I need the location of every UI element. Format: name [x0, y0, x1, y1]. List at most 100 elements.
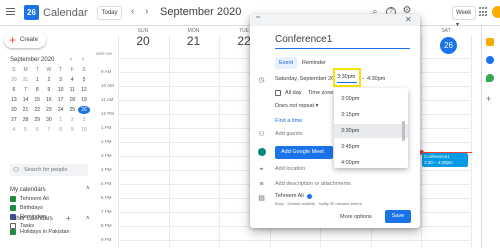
time-zone-button[interactable]: Time zone [308, 90, 333, 96]
mini-day[interactable]: 6 [31, 126, 43, 134]
mini-day[interactable]: 16 [43, 96, 55, 104]
add-calendar-icon[interactable]: + [66, 214, 71, 223]
mini-day[interactable]: 18 [66, 96, 78, 104]
keep-icon[interactable] [486, 38, 494, 46]
mini-day[interactable]: 28 [20, 116, 32, 124]
event-block[interactable]: Conference1 3:30 – 4:30pm [422, 153, 468, 167]
calendar-item[interactable]: Birthdays [10, 205, 43, 211]
description-input[interactable]: Add description or attachments [275, 181, 351, 187]
time-option[interactable]: 4:00pm [334, 156, 408, 170]
close-icon[interactable]: ✕ [405, 15, 412, 24]
mini-day[interactable]: 19 [78, 96, 90, 104]
my-calendars-title[interactable]: My calendars [10, 187, 46, 193]
find-time-link[interactable]: Find a time [275, 118, 302, 124]
meet-button[interactable]: Add Google Meet video conferencing [275, 146, 333, 168]
time-option[interactable]: 3:30pm [334, 124, 408, 138]
tab-reminder[interactable]: Reminder [298, 57, 330, 69]
mini-day[interactable]: 26 [78, 106, 90, 114]
day-header[interactable]: SUN 20 [118, 28, 168, 48]
add-guests-input[interactable]: Add guests [275, 131, 303, 137]
chevron-up-icon[interactable]: ˄ [86, 216, 90, 222]
chevron-up-icon[interactable]: ˄ [86, 186, 90, 192]
account-avatar[interactable] [492, 6, 500, 18]
mini-day[interactable]: 13 [8, 96, 20, 104]
owner-status[interactable]: Busy · Default visibility · Notify 30 mi… [275, 201, 362, 206]
mini-day[interactable]: 29 [31, 116, 43, 124]
time-option[interactable]: 3:15pm [334, 108, 408, 122]
add-on-plus-icon[interactable]: + [486, 94, 491, 104]
view-selector[interactable]: Week ▾ [452, 6, 476, 28]
search-people-input[interactable]: Search for people [10, 164, 88, 176]
maps-icon[interactable] [486, 74, 494, 82]
calendar-color-dot[interactable] [307, 194, 312, 199]
event-date[interactable]: Saturday, September 26 [275, 76, 334, 82]
mini-day[interactable]: 22 [31, 106, 43, 114]
calendar-item[interactable]: Holidays in Pakistan [10, 229, 70, 235]
mini-day[interactable]: 5 [20, 126, 32, 134]
mini-day[interactable]: 12 [78, 86, 90, 94]
chevron-left-icon[interactable]: ‹ [131, 6, 134, 17]
mini-day[interactable]: 7 [20, 86, 32, 94]
mini-day[interactable]: 2 [43, 76, 55, 84]
mini-day[interactable]: 10 [55, 86, 67, 94]
mini-day[interactable]: 3 [78, 116, 90, 124]
dropdown-scrollbar[interactable] [402, 121, 405, 141]
mini-day[interactable]: 14 [20, 96, 32, 104]
calendar-checkbox[interactable] [10, 205, 16, 211]
mini-day[interactable]: 11 [66, 86, 78, 94]
mini-day[interactable]: 10 [78, 126, 90, 134]
event-title-input[interactable]: Conference1 [275, 34, 410, 49]
mini-day[interactable]: 30 [43, 116, 55, 124]
mini-day[interactable]: 4 [66, 76, 78, 84]
end-time-field[interactable]: 4:30pm [367, 76, 385, 82]
calendar-checkbox[interactable] [10, 229, 16, 235]
mini-day[interactable]: 15 [31, 96, 43, 104]
mini-day[interactable]: 31 [20, 76, 32, 84]
mini-day[interactable]: 1 [55, 116, 67, 124]
mini-day[interactable]: 7 [43, 126, 55, 134]
calendar-checkbox[interactable] [10, 196, 16, 202]
tasks-icon[interactable] [486, 56, 494, 64]
mini-next-icon[interactable]: › [82, 57, 84, 63]
time-option[interactable]: 3:00pm [334, 92, 408, 106]
mini-day[interactable]: 1 [31, 76, 43, 84]
mini-day[interactable]: 8 [31, 86, 43, 94]
day-header[interactable]: MON 21 [169, 28, 219, 48]
day-number[interactable]: 20 [118, 34, 168, 48]
current-day-circle[interactable]: 26 [440, 37, 457, 54]
mini-day[interactable]: 21 [20, 106, 32, 114]
mini-prev-icon[interactable]: ‹ [70, 57, 72, 63]
chevron-right-icon[interactable]: › [145, 6, 148, 17]
mini-day[interactable]: 30 [8, 76, 20, 84]
drag-handle-icon[interactable]: ═ [256, 15, 260, 21]
repeat-select[interactable]: Does not repeat ▾ [275, 103, 318, 109]
mini-day[interactable]: 2 [66, 116, 78, 124]
today-button[interactable]: Today [97, 6, 122, 20]
mini-day[interactable]: 8 [55, 126, 67, 134]
owner-name[interactable]: Tehreem Ali [275, 193, 304, 199]
mini-day[interactable]: 27 [8, 116, 20, 124]
mini-day[interactable]: 5 [78, 76, 90, 84]
dialog-header[interactable] [250, 14, 420, 26]
calendar-item[interactable]: Tehreem Ali [10, 196, 49, 202]
day-header[interactable]: SAT [421, 28, 471, 34]
day-number[interactable]: 21 [169, 34, 219, 48]
location-input[interactable]: Add location [275, 166, 305, 172]
mini-day[interactable]: 20 [8, 106, 20, 114]
mini-day[interactable]: 9 [66, 126, 78, 134]
mini-day[interactable]: 23 [43, 106, 55, 114]
time-option[interactable]: 3:45pm [334, 140, 408, 154]
mini-day[interactable]: 6 [8, 86, 20, 94]
other-calendars-title[interactable]: Other calendars [10, 216, 53, 222]
apps-icon[interactable] [479, 7, 489, 17]
tab-event[interactable]: Event [275, 57, 298, 69]
all-day-checkbox[interactable] [275, 90, 281, 96]
mini-day[interactable]: 24 [55, 106, 67, 114]
start-time-field[interactable]: 3:30pm [333, 68, 361, 87]
mini-day[interactable]: 17 [55, 96, 67, 104]
more-options-button[interactable]: More options [340, 214, 372, 220]
mini-day[interactable]: 3 [55, 76, 67, 84]
mini-day[interactable]: 9 [43, 86, 55, 94]
mini-day[interactable]: 25 [66, 106, 78, 114]
save-button[interactable]: Save [385, 210, 411, 223]
